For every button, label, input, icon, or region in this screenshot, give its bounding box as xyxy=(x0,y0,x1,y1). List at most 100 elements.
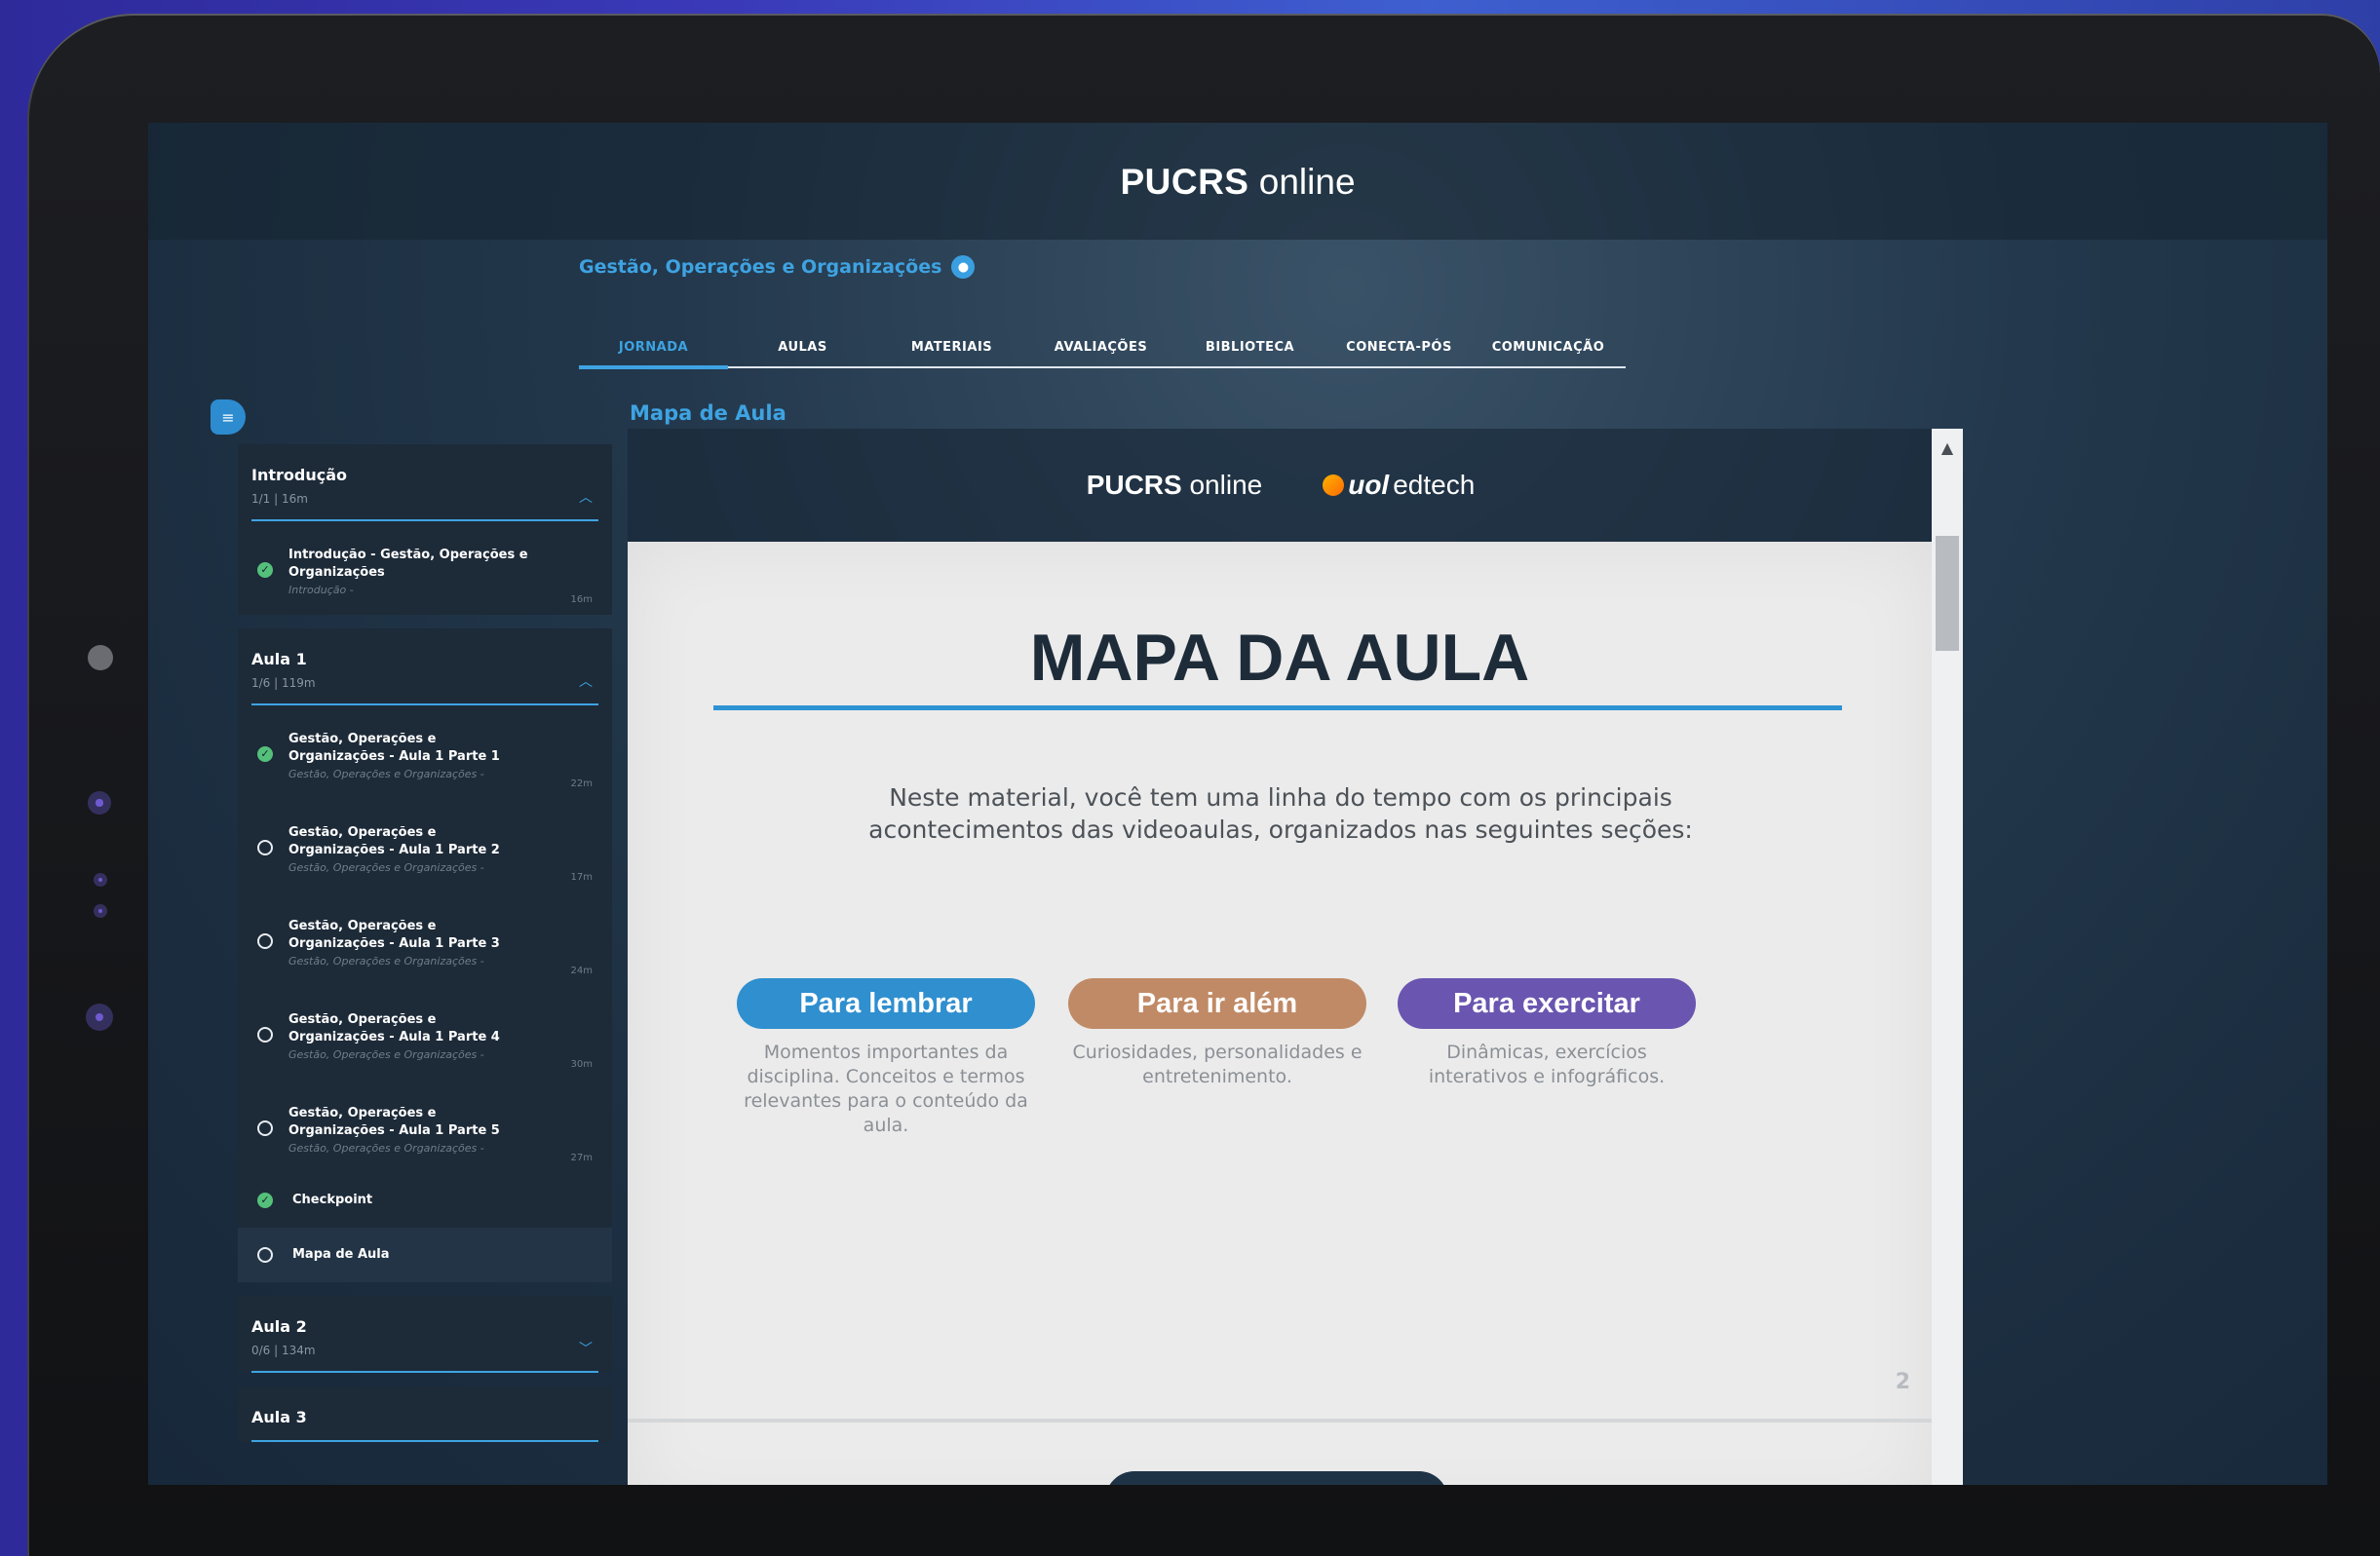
app-screen: PUCRS online Gestão, Operações e Organiz… xyxy=(148,123,2327,1485)
item-duration: 24m xyxy=(570,966,593,976)
scrollbar[interactable]: ▲ xyxy=(1932,429,1963,1485)
circle-icon xyxy=(257,1247,273,1263)
nav-tabs: JORNADA AULAS MATERIAIS AVALIAÇÕES BIBLI… xyxy=(579,337,1626,369)
list-item[interactable]: ✓ Gestão, Operações e Organizações - Aul… xyxy=(251,705,598,799)
top-bar: PUCRS online xyxy=(148,123,2327,240)
camera-icon xyxy=(88,645,113,670)
item-title: Gestão, Operações e Organizações - Aula … xyxy=(288,1106,500,1138)
section-aula-3: Aula 3 xyxy=(238,1386,612,1442)
pucrs-logo: PUCRS online xyxy=(1087,470,1263,501)
sensor-icon xyxy=(94,873,107,887)
uol-logo-icon xyxy=(1323,474,1345,496)
tab-jornada[interactable]: JORNADA xyxy=(579,337,728,369)
check-icon: ✓ xyxy=(257,1193,273,1208)
item-duration: 16m xyxy=(570,594,593,605)
document-title: MAPA DA AULA xyxy=(1029,621,1530,695)
uol-bold: uol xyxy=(1348,470,1390,500)
section-pill-para-exercitar: Para exercitar xyxy=(1398,978,1696,1029)
section-header[interactable]: Aula 3 xyxy=(251,1386,598,1442)
mapa-label: Mapa de Aula xyxy=(292,1247,390,1262)
item-title: Gestão, Operações e Organizações - Aula … xyxy=(288,825,500,857)
tab-aulas[interactable]: AULAS xyxy=(728,337,877,366)
section-header[interactable]: Aula 2 0/6 | 134m ﹀ xyxy=(251,1296,598,1373)
page-number: 2 xyxy=(1895,1370,1910,1394)
section-desc: Momentos importantes da disciplina. Conc… xyxy=(744,1042,1028,1136)
page-separator xyxy=(628,1419,1932,1423)
tab-avaliacoes[interactable]: AVALIAÇÕES xyxy=(1026,337,1175,366)
title-underline xyxy=(713,705,1842,710)
list-item[interactable]: Gestão, Operações e Organizações - Aula … xyxy=(251,1080,598,1173)
chevron-down-icon[interactable]: ﹀ xyxy=(579,1339,593,1358)
page-title: Mapa de Aula xyxy=(630,401,787,425)
item-subtitle: Gestão, Operações e Organizações - xyxy=(288,861,484,874)
section-title: Aula 1 xyxy=(251,650,307,668)
circle-icon xyxy=(257,933,273,949)
item-title: Gestão, Operações e Organizações - Aula … xyxy=(288,732,500,764)
tab-conecta-pos[interactable]: CONECTA-PÓS xyxy=(1324,337,1474,366)
document-page: MAPA DA AULA Neste material, você tem um… xyxy=(628,542,1932,1485)
item-subtitle: Gestão, Operações e Organizações - xyxy=(288,1142,484,1155)
section-header[interactable]: Aula 1 1/6 | 119m ︿ xyxy=(251,628,598,705)
journey-sidebar: Introdução 1/1 | 16m ︿ ✓ Introdução - Ge… xyxy=(238,444,612,1485)
item-title: Gestão, Operações e Organizações - Aula … xyxy=(288,1012,500,1044)
section-desc: Curiosidades, personalidades e entreteni… xyxy=(1072,1042,1363,1087)
course-title[interactable]: Gestão, Operações e Organizações ● xyxy=(579,255,976,279)
chevron-up-icon[interactable]: ︿ xyxy=(579,487,593,507)
uol-edtech-logo: uol edtech xyxy=(1323,470,1475,501)
sensor-icon xyxy=(86,1004,113,1031)
circle-icon xyxy=(257,1027,273,1043)
brand-logo[interactable]: PUCRS online xyxy=(148,162,2327,203)
item-title: Gestão, Operações e Organizações - Aula … xyxy=(288,919,500,951)
eye-icon[interactable]: ● xyxy=(951,255,976,279)
sensor-icon xyxy=(94,904,107,918)
section-title: Aula 2 xyxy=(251,1317,307,1336)
section-meta: 1/1 | 16m xyxy=(251,492,308,506)
section-aula-2: Aula 2 0/6 | 134m ﹀ xyxy=(238,1296,612,1373)
tab-biblioteca[interactable]: BIBLIOTECA xyxy=(1175,337,1324,366)
document-description: Neste material, você tem uma linha do te… xyxy=(868,783,1693,844)
section-meta: 0/6 | 134m xyxy=(251,1344,316,1357)
checkpoint-item[interactable]: ✓ Checkpoint xyxy=(251,1173,598,1228)
list-item[interactable]: Gestão, Operações e Organizações - Aula … xyxy=(251,892,598,986)
circle-icon xyxy=(257,1120,273,1136)
pucrs-logo-bold: PUCRS xyxy=(1086,470,1182,500)
brand-light: online xyxy=(1258,162,1356,202)
check-icon: ✓ xyxy=(257,746,273,762)
next-section-pill: AULA 1. PARTE 1 xyxy=(1105,1471,1448,1485)
document-viewer[interactable]: PUCRS online uol edtech MAPA DA AULA Nest… xyxy=(628,429,1963,1485)
brand-bold: PUCRS xyxy=(1120,162,1249,202)
sensor-icon xyxy=(88,791,111,815)
uol-light: edtech xyxy=(1393,470,1476,500)
section-title: Aula 3 xyxy=(251,1408,307,1426)
section-pill-para-ir-alem: Para ir além xyxy=(1068,978,1366,1029)
item-duration: 30m xyxy=(570,1059,593,1070)
item-subtitle: Gestão, Operações e Organizações - xyxy=(288,768,484,780)
item-duration: 17m xyxy=(570,872,593,883)
section-aula-1: Aula 1 1/6 | 119m ︿ ✓ Gestão, Operações … xyxy=(238,628,612,1282)
item-subtitle: Gestão, Operações e Organizações - xyxy=(288,1048,484,1061)
item-duration: 22m xyxy=(570,778,593,789)
item-duration: 27m xyxy=(570,1153,593,1163)
tab-comunicacao[interactable]: COMUNICAÇÃO xyxy=(1474,337,1623,366)
section-title: Introdução xyxy=(251,466,347,484)
circle-icon xyxy=(257,840,273,855)
viewer-header: PUCRS online uol edtech xyxy=(628,429,1963,542)
check-icon: ✓ xyxy=(257,562,273,578)
tablet-frame: PUCRS online Gestão, Operações e Organiz… xyxy=(27,14,2380,1556)
section-header[interactable]: Introdução 1/1 | 16m ︿ xyxy=(251,444,598,521)
scroll-up-icon[interactable]: ▲ xyxy=(1932,429,1963,468)
item-subtitle: Introdução - xyxy=(288,584,354,596)
section-desc: Dinâmicas, exercícios interativos e info… xyxy=(1428,1042,1666,1087)
scroll-thumb[interactable] xyxy=(1936,536,1959,651)
checkpoint-label: Checkpoint xyxy=(292,1193,373,1207)
list-item[interactable]: Gestão, Operações e Organizações - Aula … xyxy=(251,799,598,892)
item-subtitle: Gestão, Operações e Organizações - xyxy=(288,955,484,968)
item-title: Introdução - Gestão, Operações e Organiz… xyxy=(288,548,528,580)
list-item[interactable]: ✓ Introdução - Gestão, Operações e Organ… xyxy=(251,521,598,615)
sidebar-toggle-icon[interactable]: ≡ xyxy=(211,399,246,435)
list-item[interactable]: Gestão, Operações e Organizações - Aula … xyxy=(251,986,598,1080)
chevron-up-icon[interactable]: ︿ xyxy=(579,671,593,691)
tab-materiais[interactable]: MATERIAIS xyxy=(877,337,1026,366)
section-meta: 1/6 | 119m xyxy=(251,676,316,690)
mapa-de-aula-item[interactable]: Mapa de Aula xyxy=(238,1228,612,1282)
